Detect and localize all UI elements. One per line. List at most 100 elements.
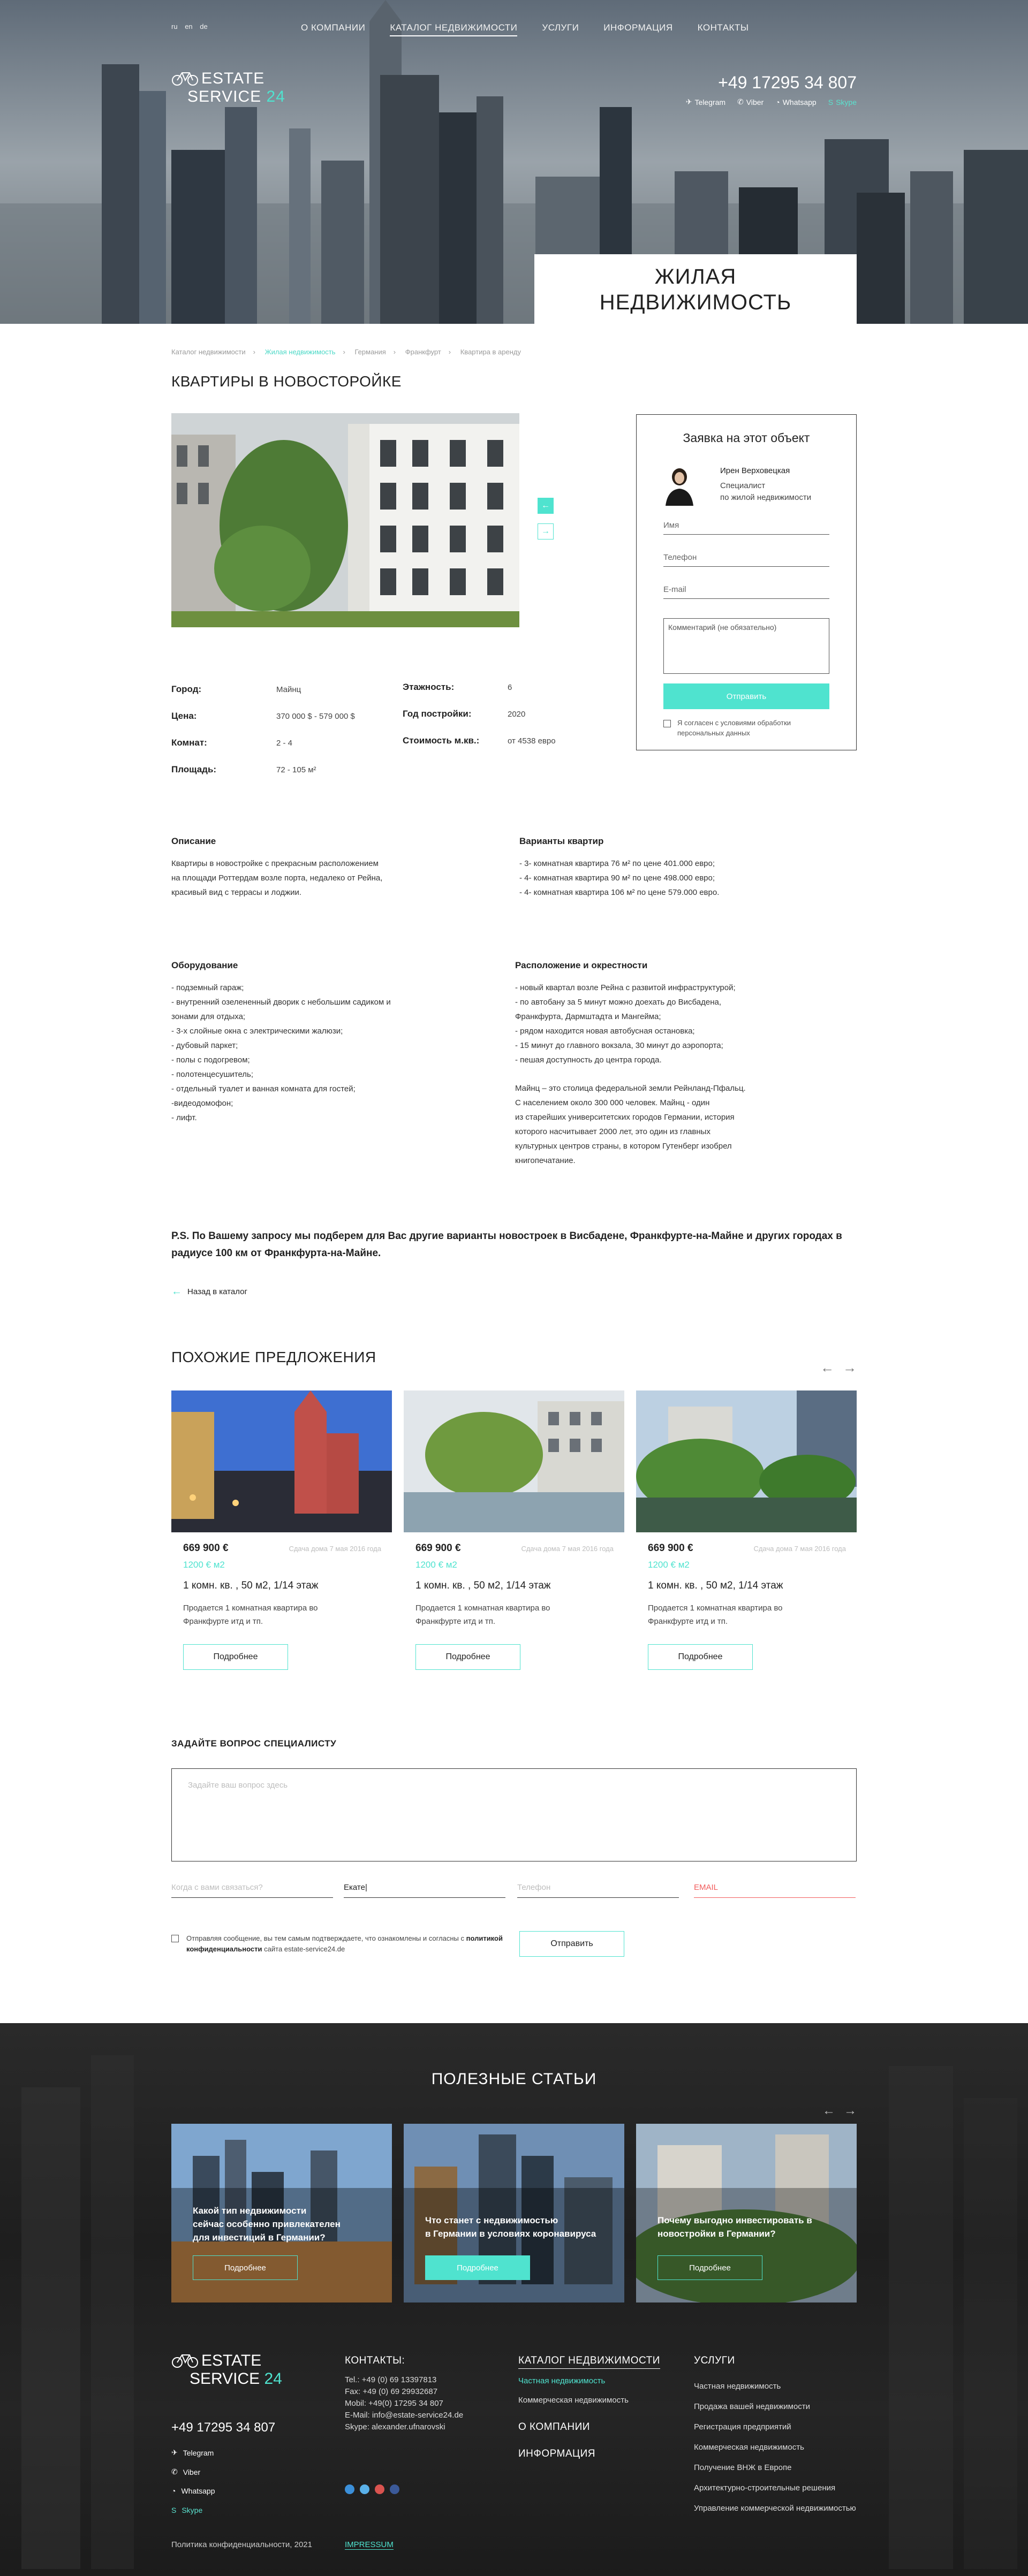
footer-phone[interactable]: +49 17295 34 807 (171, 2420, 275, 2435)
nav-info[interactable]: ИНФОРМАЦИЯ (603, 22, 672, 36)
question-textarea[interactable]: Задайте ваш вопрос здесь (171, 1768, 857, 1861)
card-m2-price: 1200 € м2 (648, 1560, 690, 1570)
article-details-button[interactable]: Подробнее (193, 2255, 298, 2280)
breadcrumb: Каталог недвижимости › Жилая недвижимость… (171, 348, 521, 356)
sqm-price-label: Стоимость м.кв.: (403, 735, 480, 746)
whatsapp-icon: ◔ (171, 2487, 176, 2495)
site-logo[interactable]: ESTATE SERVICE 24 (171, 69, 289, 109)
nav-about[interactable]: О КОМПАНИИ (301, 22, 365, 36)
similar-card[interactable]: 669 900 € Сдача дома 7 мая 2016 года 120… (636, 1390, 857, 1680)
footer-catalog-title[interactable]: КАТАЛОГ НЕДВИЖИМОСТИ (518, 2355, 660, 2369)
article-card[interactable]: Что станет с недвижимостью в Германии в у… (404, 2124, 624, 2303)
email-field[interactable]: EMAIL (694, 1883, 856, 1898)
footer-catalog-commercial[interactable]: Коммерческая недвижимость (518, 2395, 629, 2406)
article-details-button[interactable]: Подробнее (425, 2255, 530, 2280)
crumb-catalog[interactable]: Каталог недвижимости (171, 348, 246, 356)
phone-field[interactable]: Телефон (663, 553, 829, 567)
similar-arrows: ← → (820, 1359, 857, 1376)
agent-role: Специалист по жилой недвижимости (720, 481, 812, 502)
impressum-link[interactable]: IMPRESSUM (345, 2540, 394, 2550)
crumb-rent[interactable]: Квартира в аренду (460, 348, 521, 356)
gallery-next-button[interactable]: → (538, 523, 554, 539)
lang-de[interactable]: de (200, 22, 207, 31)
card-details-button[interactable]: Подробнее (183, 1644, 288, 1670)
card-date: Сдача дома 7 мая 2016 года (289, 1545, 381, 1553)
location-title: Расположение и окрестности (515, 960, 648, 970)
telegram-link[interactable]: ✈ Telegram (686, 97, 725, 107)
ps-note: P.S. По Вашему запросу мы подберем для В… (171, 1230, 842, 1259)
city-value: Майнц (276, 685, 301, 694)
gallery-prev-button[interactable]: ← (538, 498, 554, 514)
logo-line1: ESTATE (201, 70, 265, 87)
comment-field[interactable]: Комментарий (не обязательно) (663, 618, 829, 674)
article-caption: Почему выгодно инвестировать в новостройк… (657, 2215, 812, 2239)
lang-ru[interactable]: ru (171, 22, 178, 31)
article-card[interactable]: Какой тип недвижимости сейчас особенно пр… (171, 2124, 392, 2303)
footer-services-title[interactable]: УСЛУГИ (694, 2355, 735, 2367)
similar-card[interactable]: 669 900 € Сдача дома 7 мая 2016 года 120… (171, 1390, 392, 1680)
phone-field[interactable]: Телефон (517, 1883, 679, 1898)
contact-time-field[interactable]: Когда с вами связаться? (171, 1883, 333, 1898)
nav-contacts[interactable]: КОНТАКТЫ (698, 22, 749, 36)
article-card[interactable]: Почему выгодно инвестировать в новостройк… (636, 2124, 857, 2303)
footer-catalog-private[interactable]: Частная недвижимость (518, 2375, 605, 2387)
floors-label: Этажность: (403, 682, 455, 692)
listing-photo[interactable] (171, 413, 519, 627)
consent-checkbox[interactable] (663, 720, 671, 727)
sqm-price-value: от 4538 евро (508, 736, 556, 746)
header-phone[interactable]: +49 17295 34 807 (718, 73, 857, 93)
footer-whatsapp-link[interactable]: ◔ Whatsapp (171, 2487, 215, 2495)
footer-info-link[interactable]: ИНФОРМАЦИЯ (518, 2448, 595, 2460)
arrow-left-icon: ← (171, 1286, 182, 1297)
articles-next-icon[interactable]: → (844, 2103, 857, 2118)
nav-services[interactable]: УСЛУГИ (542, 22, 579, 36)
card-rooms: 1 комн. кв. , 50 м2, 1/14 этаж (415, 1580, 551, 1591)
similar-card-image (171, 1390, 392, 1532)
footer-viber-link[interactable]: ✆ Viber (171, 2467, 200, 2476)
arrow-right-icon: → (541, 527, 550, 536)
listing-params: Город: Майнц Цена: 370 000 $ - 579 000 $… (171, 679, 578, 786)
similar-card[interactable]: 669 900 € Сдача дома 7 мая 2016 года 120… (404, 1390, 624, 1680)
ask-title: ЗАДАЙТЕ ВОПРОС СПЕЦИАЛИСТУ (171, 1738, 337, 1749)
articles-prev-icon[interactable]: ← (822, 2103, 835, 2118)
footer-about-link[interactable]: О КОМПАНИИ (518, 2421, 590, 2433)
card-details-button[interactable]: Подробнее (648, 1644, 753, 1670)
skype-icon: S (171, 2506, 177, 2514)
card-details-button[interactable]: Подробнее (415, 1644, 520, 1670)
card-desc: Продается 1 комнатная квартира во Франкф… (648, 1604, 783, 1626)
name-field[interactable]: Екате| (344, 1883, 505, 1898)
crumb-germany[interactable]: Германия (355, 348, 386, 356)
card-date: Сдача дома 7 мая 2016 года (521, 1545, 614, 1553)
footer-logo[interactable]: ESTATE SERVICE 24 (171, 2351, 300, 2393)
whatsapp-link[interactable]: ◔ Whatsapp (775, 97, 817, 107)
viber-link[interactable]: ✆ Viber (737, 97, 764, 107)
twitter-icon[interactable] (360, 2484, 369, 2494)
email-field[interactable]: E-mail (663, 585, 829, 599)
back-to-catalog-link[interactable]: ← Назад в каталог (171, 1286, 247, 1298)
name-field[interactable]: Имя (663, 521, 829, 535)
nav-catalog[interactable]: КАТАЛОГ НЕДВИЖИМОСТИ (390, 22, 518, 36)
facebook-icon[interactable] (345, 2484, 354, 2494)
crumb-residential[interactable]: Жилая недвижимость (265, 348, 336, 356)
equipment-list: - подземный гараж; - внутренний озелененн… (171, 983, 391, 1122)
skype-icon: S (828, 97, 834, 107)
ask-send-button[interactable]: Отправить (519, 1931, 624, 1957)
arrow-left-icon: ← (541, 501, 550, 510)
copyright[interactable]: Политика конфиденциальности, 2021 (171, 2540, 312, 2549)
youtube-icon[interactable] (375, 2484, 384, 2494)
location-about-text: Майнц – это столица федеральной земли Ре… (515, 1084, 746, 1165)
similar-next-icon[interactable]: → (843, 1359, 857, 1376)
vk-icon[interactable] (390, 2484, 399, 2494)
footer-skype-link[interactable]: S Skype (171, 2506, 202, 2514)
lang-en[interactable]: en (185, 22, 192, 31)
similar-prev-icon[interactable]: ← (820, 1359, 834, 1376)
footer-services-list: Частная недвижимость Продажа вашей недвиж… (694, 2382, 856, 2513)
card-rooms: 1 комн. кв. , 50 м2, 1/14 этаж (648, 1580, 783, 1591)
card-price: 669 900 € (183, 1542, 229, 1554)
request-send-button[interactable]: Отправить (663, 683, 829, 709)
article-details-button[interactable]: Подробнее (657, 2255, 762, 2280)
ask-consent-checkbox[interactable] (171, 1935, 179, 1942)
crumb-frankfurt[interactable]: Франкфурт (405, 348, 441, 356)
footer-telegram-link[interactable]: ✈ Telegram (171, 2448, 214, 2457)
skype-link[interactable]: S Skype (828, 97, 857, 107)
